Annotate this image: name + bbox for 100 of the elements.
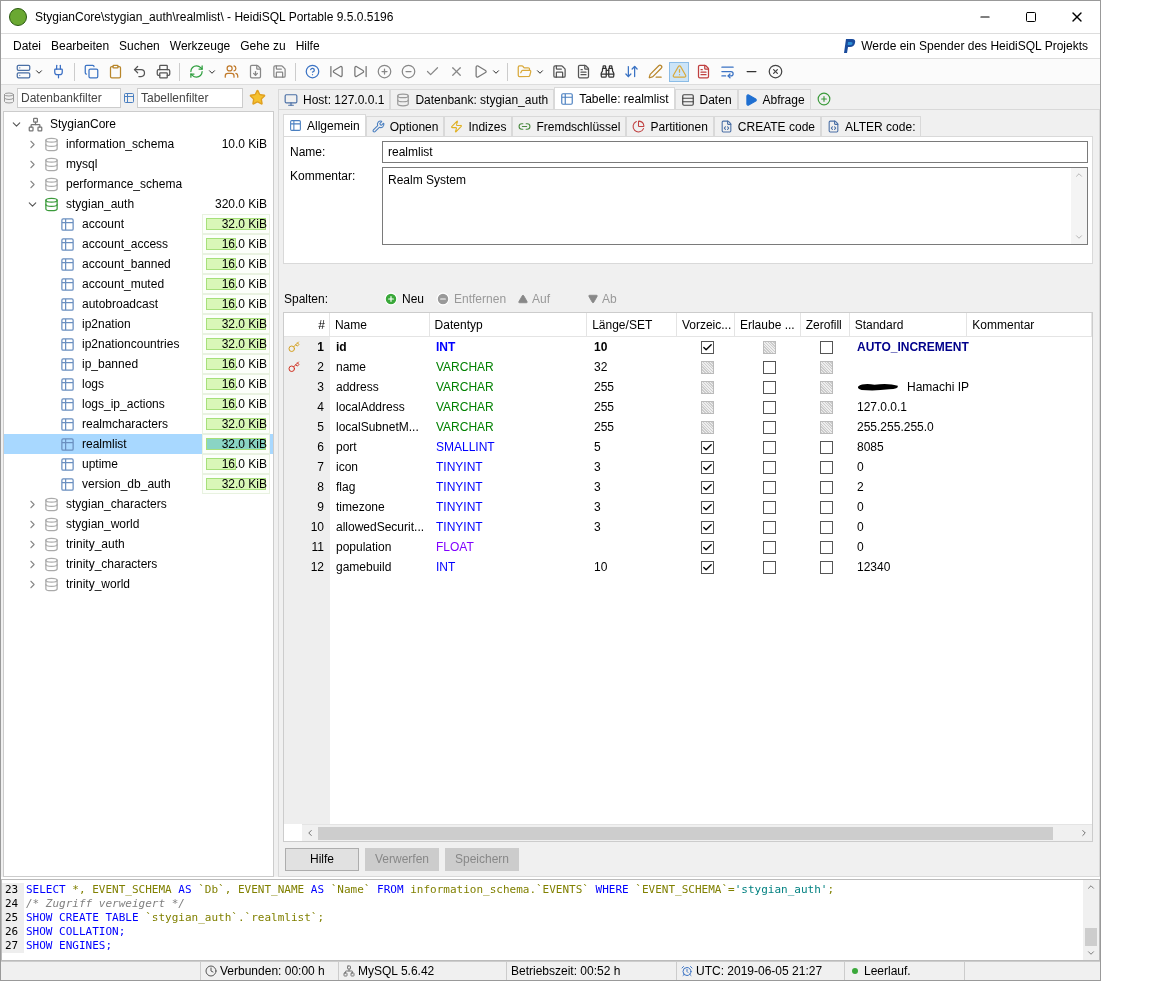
sub-tab[interactable]: Allgemein bbox=[283, 114, 366, 136]
checkbox[interactable] bbox=[820, 540, 833, 554]
column-header[interactable]: Vorzeic... bbox=[676, 313, 735, 336]
main-tab[interactable]: Host: 127.0.0.1 bbox=[278, 89, 391, 109]
checkbox[interactable] bbox=[820, 500, 833, 514]
column-header[interactable]: Datentyp bbox=[429, 313, 588, 336]
scroll-up-icon[interactable] bbox=[1086, 882, 1096, 892]
checkbox[interactable] bbox=[762, 560, 776, 574]
scroll-left-icon[interactable] bbox=[305, 828, 315, 838]
checkbox[interactable] bbox=[762, 480, 776, 494]
tree-item[interactable]: trinity_characters bbox=[4, 554, 273, 574]
scroll-thumb[interactable] bbox=[318, 826, 1053, 840]
scroll-down-icon[interactable] bbox=[1086, 948, 1096, 958]
main-tab[interactable]: Daten bbox=[674, 89, 738, 109]
tree-label: information_schema bbox=[66, 136, 176, 153]
menu-item[interactable]: Suchen bbox=[119, 37, 160, 55]
tree-item[interactable]: logs 16.0 KiB bbox=[4, 374, 273, 394]
checkbox[interactable] bbox=[820, 440, 833, 454]
donate-link[interactable]: Werde ein Spender des HeidiSQL Projekts bbox=[861, 37, 1088, 55]
add-icon bbox=[384, 292, 398, 306]
tree-item[interactable]: information_schema 10.0 KiB bbox=[4, 134, 273, 154]
main-tab[interactable]: Tabelle: realmlist bbox=[554, 87, 675, 109]
menu-item[interactable]: Werkzeuge bbox=[169, 37, 231, 55]
new-query-tab-icon[interactable] bbox=[816, 92, 831, 106]
column-header[interactable]: Zerofill bbox=[800, 313, 850, 336]
checkbox[interactable] bbox=[700, 480, 714, 494]
tree-item[interactable]: ip2nation 32.0 KiB bbox=[4, 314, 273, 334]
checkbox[interactable] bbox=[762, 460, 776, 474]
tree-item[interactable]: logs_ip_actions 16.0 KiB bbox=[4, 394, 273, 414]
checkbox[interactable] bbox=[700, 520, 714, 534]
tree-item[interactable]: ip_banned 16.0 KiB bbox=[4, 354, 273, 374]
checkbox[interactable] bbox=[820, 480, 833, 494]
scrollbar[interactable] bbox=[1083, 880, 1099, 960]
tree-item[interactable]: stygian_characters bbox=[4, 494, 273, 514]
tree-item[interactable]: performance_schema bbox=[4, 174, 273, 194]
tree-item[interactable]: autobroadcast 16.0 KiB bbox=[4, 294, 273, 314]
sub-tab[interactable]: CREATE code bbox=[713, 116, 821, 136]
sub-tab[interactable]: Partitionen bbox=[626, 116, 714, 136]
tree-item[interactable]: realmlist 32.0 KiB bbox=[4, 434, 273, 454]
checkbox[interactable] bbox=[700, 500, 714, 514]
tree-item[interactable]: stygian_world bbox=[4, 514, 273, 534]
tree-item[interactable]: uptime 16.0 KiB bbox=[4, 454, 273, 474]
sub-tab[interactable]: Optionen bbox=[365, 116, 445, 136]
database-filter-field[interactable]: Datenbankfilter bbox=[17, 88, 121, 108]
checkbox[interactable] bbox=[762, 440, 776, 454]
checkbox[interactable] bbox=[700, 540, 714, 554]
scroll-thumb[interactable] bbox=[1085, 928, 1097, 946]
favorites-star-icon[interactable] bbox=[249, 89, 266, 106]
tree-item[interactable]: trinity_world bbox=[4, 574, 273, 594]
menu-item[interactable]: Gehe zu bbox=[240, 37, 286, 55]
table-filter-field[interactable]: Tabellenfilter bbox=[137, 88, 243, 108]
checkbox[interactable] bbox=[700, 460, 714, 474]
comment-field[interactable]: Realm System bbox=[382, 167, 1088, 245]
type-cell-text: VARCHAR bbox=[435, 379, 495, 396]
menu-item[interactable]: Bearbeiten bbox=[51, 37, 110, 55]
checkbox[interactable] bbox=[820, 460, 833, 474]
checkbox[interactable] bbox=[762, 540, 776, 554]
main-tab[interactable]: Datenbank: stygian_auth bbox=[390, 89, 555, 109]
checkbox[interactable] bbox=[700, 560, 714, 574]
tree-item[interactable]: account_muted 16.0 KiB bbox=[4, 274, 273, 294]
checkbox[interactable] bbox=[820, 560, 833, 574]
tree-item[interactable]: account_access 16.0 KiB bbox=[4, 234, 273, 254]
column-header[interactable]: # bbox=[284, 313, 330, 336]
checkbox[interactable] bbox=[820, 340, 833, 354]
column-header[interactable]: Kommentar bbox=[967, 313, 1092, 336]
checkbox[interactable] bbox=[762, 500, 776, 514]
menu-item[interactable]: Datei bbox=[13, 37, 41, 55]
name-field[interactable]: realmlist bbox=[382, 141, 1088, 163]
sub-tab[interactable]: Indizes bbox=[444, 116, 513, 136]
sub-tab[interactable]: ALTER code: bbox=[821, 116, 922, 136]
column-header[interactable]: Standard bbox=[849, 313, 968, 336]
column-header[interactable]: Name bbox=[329, 313, 430, 336]
paypal-logo[interactable] bbox=[843, 38, 858, 54]
checkbox[interactable] bbox=[762, 520, 776, 534]
tree-item[interactable]: ip2nationcountries 32.0 KiB bbox=[4, 334, 273, 354]
horizontal-scrollbar[interactable] bbox=[302, 824, 1092, 841]
checkbox[interactable] bbox=[762, 380, 776, 394]
column-header[interactable]: Länge/SET bbox=[587, 313, 677, 336]
size-text: 32.0 KiB bbox=[221, 416, 268, 433]
tree-item[interactable]: version_db_auth 32.0 KiB bbox=[4, 474, 273, 494]
tree-item[interactable]: account 32.0 KiB bbox=[4, 214, 273, 234]
column-header[interactable]: Erlaube ... bbox=[734, 313, 801, 336]
scroll-right-icon[interactable] bbox=[1079, 828, 1089, 838]
checkbox[interactable] bbox=[700, 340, 714, 354]
tree-item[interactable]: stygian_auth 320.0 KiB bbox=[4, 194, 273, 214]
column-action-button[interactable]: Neu bbox=[384, 290, 424, 308]
tree-item[interactable]: mysql bbox=[4, 154, 273, 174]
dialog-button[interactable]: Hilfe bbox=[285, 847, 359, 871]
checkbox[interactable] bbox=[700, 440, 714, 454]
checkbox[interactable] bbox=[762, 420, 776, 434]
tree-item[interactable]: StygianCore bbox=[4, 114, 273, 134]
tree-item[interactable]: account_banned 16.0 KiB bbox=[4, 254, 273, 274]
menu-item[interactable]: Hilfe bbox=[295, 37, 320, 55]
sub-tab[interactable]: Fremdschlüssel bbox=[512, 116, 627, 136]
checkbox[interactable] bbox=[820, 520, 833, 534]
tree-item[interactable]: trinity_auth bbox=[4, 534, 273, 554]
main-tab[interactable]: Abfrage bbox=[737, 89, 811, 109]
checkbox[interactable] bbox=[762, 400, 776, 414]
database-icon bbox=[396, 92, 411, 107]
checkbox[interactable] bbox=[762, 360, 776, 374]
